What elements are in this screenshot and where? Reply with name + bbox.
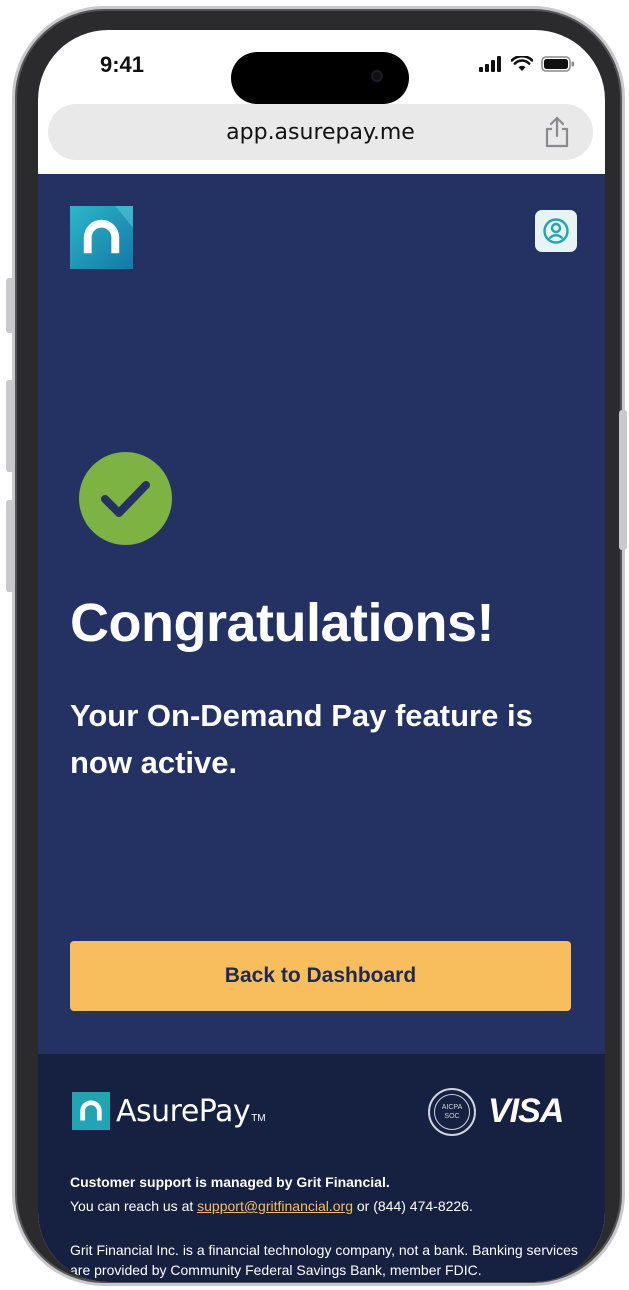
legal-disclaimer: Grit Financial Inc. is a financial techn…	[70, 1242, 578, 1278]
soc-badge-line2: SOC	[444, 1113, 460, 1120]
status-bar: 9:41	[38, 30, 605, 104]
user-profile-icon	[543, 218, 569, 244]
page-title: Congratulations!	[70, 593, 494, 653]
cellular-signal-icon	[479, 56, 501, 72]
success-message: Your On-Demand Pay feature is now active…	[70, 698, 533, 780]
success-check-icon	[79, 452, 172, 545]
screen: 9:41 app.asurepay.me Congratulations! Yo…	[38, 30, 605, 1282]
silent-switch	[6, 278, 14, 333]
status-icons	[479, 56, 575, 72]
trademark: TM	[251, 1112, 266, 1124]
battery-icon	[541, 56, 574, 72]
dynamic-island	[231, 52, 409, 104]
aicpa-soc-badge: AICPA SOC	[428, 1088, 476, 1136]
footer-brand: AsurePay TM	[72, 1092, 266, 1130]
power-button	[619, 410, 627, 550]
asurepay-logo-icon[interactable]	[70, 206, 133, 269]
url-text: app.asurepay.me	[226, 120, 415, 145]
visa-logo: VISA	[488, 1092, 564, 1130]
support-contact: You can reach us at support@gritfinancia…	[70, 1198, 473, 1214]
support-phone: or (844) 474-8226.	[353, 1198, 473, 1214]
volume-down-button	[6, 500, 14, 592]
wifi-icon	[511, 56, 533, 71]
profile-button[interactable]	[535, 210, 577, 252]
app-content: Congratulations! Your On-Demand Pay feat…	[38, 174, 605, 1054]
asurepay-brand-icon	[72, 1092, 110, 1130]
support-title: Customer support is managed by Grit Fina…	[70, 1174, 390, 1190]
status-time: 9:41	[100, 52, 145, 77]
support-email-link[interactable]: support@gritfinancial.org	[197, 1198, 353, 1214]
soc-badge-line1: AICPA	[441, 1104, 463, 1111]
address-bar[interactable]: app.asurepay.me	[48, 104, 593, 160]
volume-up-button	[6, 380, 14, 472]
support-prefix: You can reach us at	[70, 1198, 198, 1214]
back-to-dashboard-button[interactable]: Back to Dashboard	[70, 941, 571, 1011]
share-icon[interactable]	[543, 116, 571, 148]
brand-name: AsurePay	[116, 1093, 251, 1129]
footer: AsurePay TM AICPA SOC VISA Customer supp…	[38, 1054, 605, 1282]
